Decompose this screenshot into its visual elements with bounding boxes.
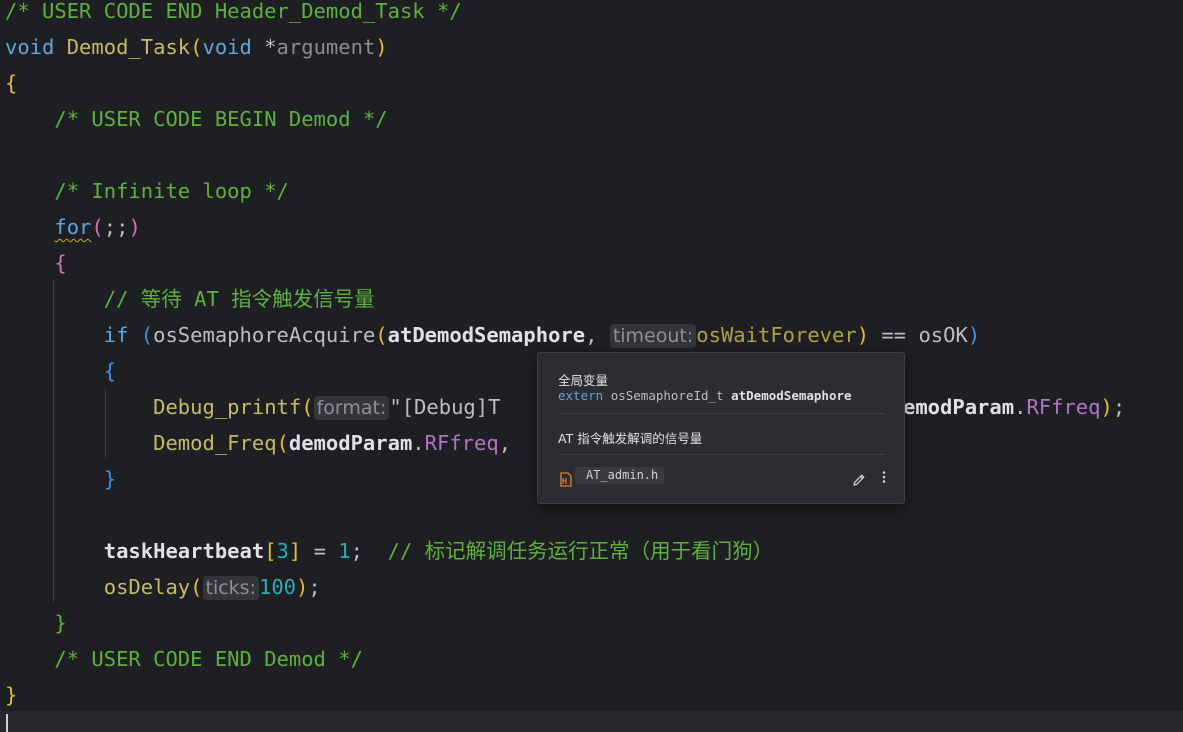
decl-name: atDemodSemaphore — [731, 388, 852, 403]
keyword[interactable]: for — [54, 215, 91, 239]
decl-keyword: extern — [558, 388, 604, 403]
comment-text: // 等待 AT 指令触发信号量 — [103, 287, 375, 311]
code-line-if[interactable]: if (osSemaphoreAcquire(atDemodSemaphore,… — [5, 317, 980, 353]
quick-documentation-popup[interactable]: 全局变量 extern osSemaphoreId_t atDemodSemap… — [537, 352, 905, 504]
function-name[interactable]: Demod_Task — [67, 35, 190, 59]
struct-field[interactable]: RFfreq — [425, 431, 499, 455]
paren: ) — [375, 35, 388, 59]
code-line-brace[interactable]: } — [5, 461, 116, 497]
code-line-brace[interactable]: { — [5, 245, 66, 281]
keyword: void — [5, 35, 55, 59]
code-line-comment[interactable]: /* USER CODE BEGIN Demod */ — [5, 101, 388, 137]
current-line-highlight[interactable] — [0, 711, 1183, 732]
source-file-link[interactable]: AT_admin.h — [560, 467, 665, 487]
symbol-kind: 全局变量 — [558, 373, 609, 388]
parameter-hint: timeout: — [609, 324, 697, 348]
decl-type[interactable]: osSemaphoreId_t — [611, 388, 724, 403]
bracket: [ — [264, 539, 277, 563]
code-line-demod-freq[interactable]: Demod_Freq(demodParam.RFfreq, — [5, 425, 511, 461]
comment-text: /* USER CODE END Demod */ — [54, 647, 363, 671]
bracket: ] — [288, 539, 302, 563]
text-caret — [6, 714, 8, 732]
paren: ( — [140, 323, 154, 347]
vertical-ellipsis-icon[interactable] — [879, 469, 889, 485]
keyword: void — [202, 35, 252, 59]
keyword: if — [103, 323, 129, 347]
paren: ( — [91, 215, 104, 239]
paren: ( — [190, 35, 203, 59]
code-line-comment[interactable]: /* USER CODE END Header_Demod_Task */ — [5, 0, 462, 29]
paren: ( — [375, 323, 388, 347]
paren: ) — [296, 575, 309, 599]
code-line-brace[interactable]: } — [5, 677, 17, 713]
parameter-name[interactable]: argument — [277, 35, 376, 59]
code-line-brace[interactable]: { — [5, 353, 116, 389]
function-call[interactable]: Debug_printf — [153, 395, 301, 419]
symbol-declaration: extern osSemaphoreId_t atDemodSemaphore — [558, 388, 852, 403]
operator: == — [869, 323, 919, 347]
divider — [558, 413, 885, 414]
parameter-hint: ticks: — [202, 576, 259, 600]
code-line-comment[interactable]: // 等待 AT 指令触发信号量 — [5, 281, 375, 317]
paren: ) — [856, 323, 870, 347]
paren: ) — [967, 323, 981, 347]
paren: ( — [190, 575, 203, 599]
code-line-for-loop[interactable]: for(;;) — [5, 209, 141, 245]
pointer-operator: * — [264, 35, 277, 59]
identifier[interactable]: emodParam — [903, 395, 1014, 419]
number-literal: 3 — [276, 539, 289, 563]
identifier[interactable]: taskHeartbeat — [104, 539, 264, 563]
paren: ) — [128, 215, 141, 239]
function-call[interactable]: osDelay — [104, 575, 190, 599]
comment-text: /* Infinite loop */ — [54, 179, 289, 203]
identifier[interactable]: osOK — [918, 323, 967, 347]
paren: ( — [276, 431, 289, 455]
file-name-chip[interactable]: AT_admin.h — [575, 467, 665, 484]
identifier-atDemodSemaphore[interactable]: atDemodSemaphore — [388, 323, 585, 347]
identifier[interactable]: demodParam — [289, 431, 412, 455]
operator: = — [301, 539, 339, 563]
code-editor[interactable]: /* USER CODE END Header_Demod_Task */ vo… — [0, 0, 1183, 732]
symbol-description: AT 指令触发解调的信号量 — [558, 431, 703, 446]
function-call[interactable]: Demod_Freq — [153, 431, 276, 455]
code-line-brace[interactable]: } — [5, 605, 66, 641]
code-line-os-delay[interactable]: osDelay(ticks: 100); — [5, 569, 321, 605]
comment-text: /* USER CODE BEGIN Demod */ — [54, 107, 388, 131]
number-literal: 1 — [338, 539, 351, 563]
code-line-comment[interactable]: /* Infinite loop */ — [5, 173, 289, 209]
code-line-debug-printf-tail[interactable]: emodParam.RFfreq); — [903, 389, 1125, 425]
code-line-heartbeat[interactable]: taskHeartbeat[3] = 1; // 标记解调任务运行正常（用于看门… — [5, 533, 773, 569]
code-line-function-signature[interactable]: void Demod_Task(void *argument) — [5, 29, 388, 65]
macro[interactable]: osWaitForever — [696, 323, 856, 347]
number-literal: 100 — [258, 575, 297, 599]
function-call[interactable]: osSemaphoreAcquire — [153, 323, 375, 347]
code-line-comment[interactable]: /* USER CODE END Demod */ — [5, 641, 363, 677]
comment-text: // 标记解调任务运行正常（用于看门狗） — [387, 539, 774, 563]
code-line-debug-printf[interactable]: Debug_printf(format: "[Debug]T — [5, 389, 500, 425]
divider — [558, 454, 885, 455]
parameter-hint: format: — [313, 396, 390, 420]
struct-field[interactable]: RFfreq — [1026, 395, 1100, 419]
paren: ) — [1100, 395, 1113, 419]
paren: ( — [301, 395, 314, 419]
pencil-icon[interactable] — [851, 469, 867, 486]
header-file-icon — [560, 468, 572, 487]
loop-header: ;; — [103, 215, 129, 239]
code-line-brace[interactable]: { — [5, 65, 17, 101]
string-literal: "[Debug]T — [389, 395, 501, 419]
